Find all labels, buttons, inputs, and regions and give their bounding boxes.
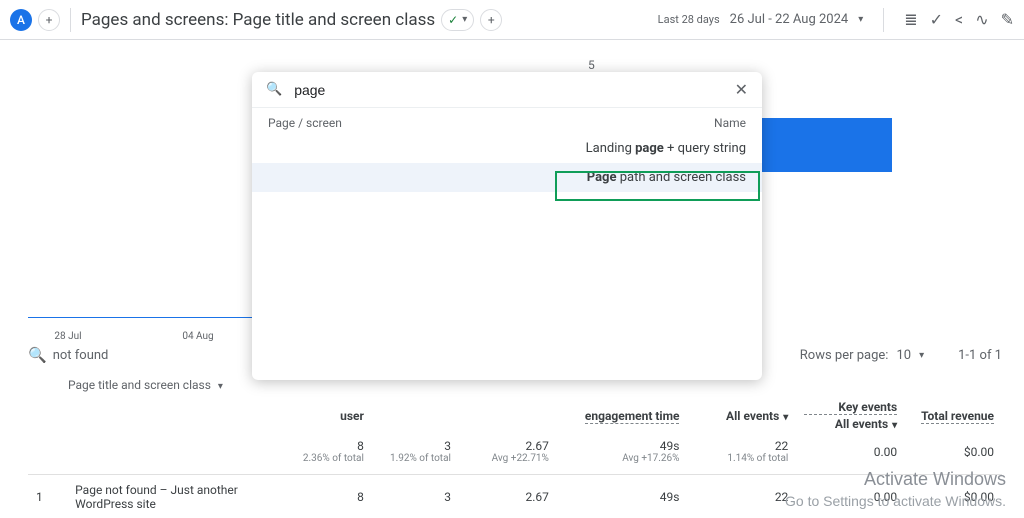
table-header-row: user engagement time All events ▾ Key eve… [28,396,1002,435]
chevron-down-icon[interactable]: ▾ [892,420,897,431]
search-icon: 🔍 [266,82,282,97]
modal-option[interactable]: Page path and screen class [252,163,762,192]
search-text[interactable]: not found [53,348,109,363]
insights-icon[interactable]: ✓ [930,10,943,29]
page-title: Pages and screens: Page title and screen… [81,10,435,30]
modal-option[interactable]: Landing page + query string [252,134,762,163]
dimension-search-modal: 🔍 ✕ Page / screen Name Landing page + qu… [252,72,762,380]
x-tick: 04 Aug [178,331,218,342]
trend-icon[interactable]: ∿ [975,10,988,29]
app-header: A + Pages and screens: Page title and sc… [0,0,1024,40]
add-comparison-button[interactable]: + [480,9,502,31]
line-chart: 28 Jul 04 Aug [28,58,258,318]
search-icon[interactable]: 🔍 [28,346,47,364]
status-pill[interactable]: ✓ ▾ [441,9,474,31]
rows-per-page-value[interactable]: 10 [896,348,911,363]
modal-col-left: Page / screen [268,116,342,130]
col-revenue: Total revenue [921,409,994,424]
chevron-down-icon[interactable]: ▾ [919,350,924,361]
account-badge[interactable]: A [10,9,32,31]
edit-icon[interactable]: ✎ [1001,10,1014,29]
x-tick: 28 Jul [48,331,88,342]
col-event-filter[interactable]: All events [726,409,779,423]
chevron-down-icon[interactable]: ▾ [218,381,223,392]
windows-watermark: Activate Windows Go to Settings to activ… [785,468,1006,510]
dimension-selector[interactable]: Page title and screen class [68,378,211,392]
date-label: Last 28 days [658,13,720,26]
col-keyevents: Key events [804,400,897,415]
chart-axis-value: 5 [588,58,595,72]
modal-col-right: Name [714,116,746,130]
add-segment-button[interactable]: + [38,9,60,31]
col-engagement: engagement time [585,409,680,424]
separator [883,8,884,32]
row-title: Page not found – Just another WordPress … [67,475,285,516]
chevron-down-icon[interactable]: ▾ [858,14,863,25]
date-range[interactable]: 26 Jul - 22 Aug 2024 [730,12,849,27]
separator [70,8,71,32]
row-index: 1 [28,475,67,516]
pagination-text: 1-1 of 1 [958,348,1002,363]
keyevents-filter[interactable]: All events [835,417,888,431]
chevron-down-icon: ▾ [462,14,467,25]
chevron-down-icon[interactable]: ▾ [783,412,788,423]
check-icon: ✓ [448,13,458,27]
close-icon[interactable]: ✕ [735,80,748,99]
col-user: user [340,409,364,423]
share-icon[interactable]: < [955,10,963,29]
rows-per-page-label: Rows per page: [800,348,889,363]
customize-icon[interactable]: ≣ [904,10,917,29]
modal-search-input[interactable] [292,81,724,99]
